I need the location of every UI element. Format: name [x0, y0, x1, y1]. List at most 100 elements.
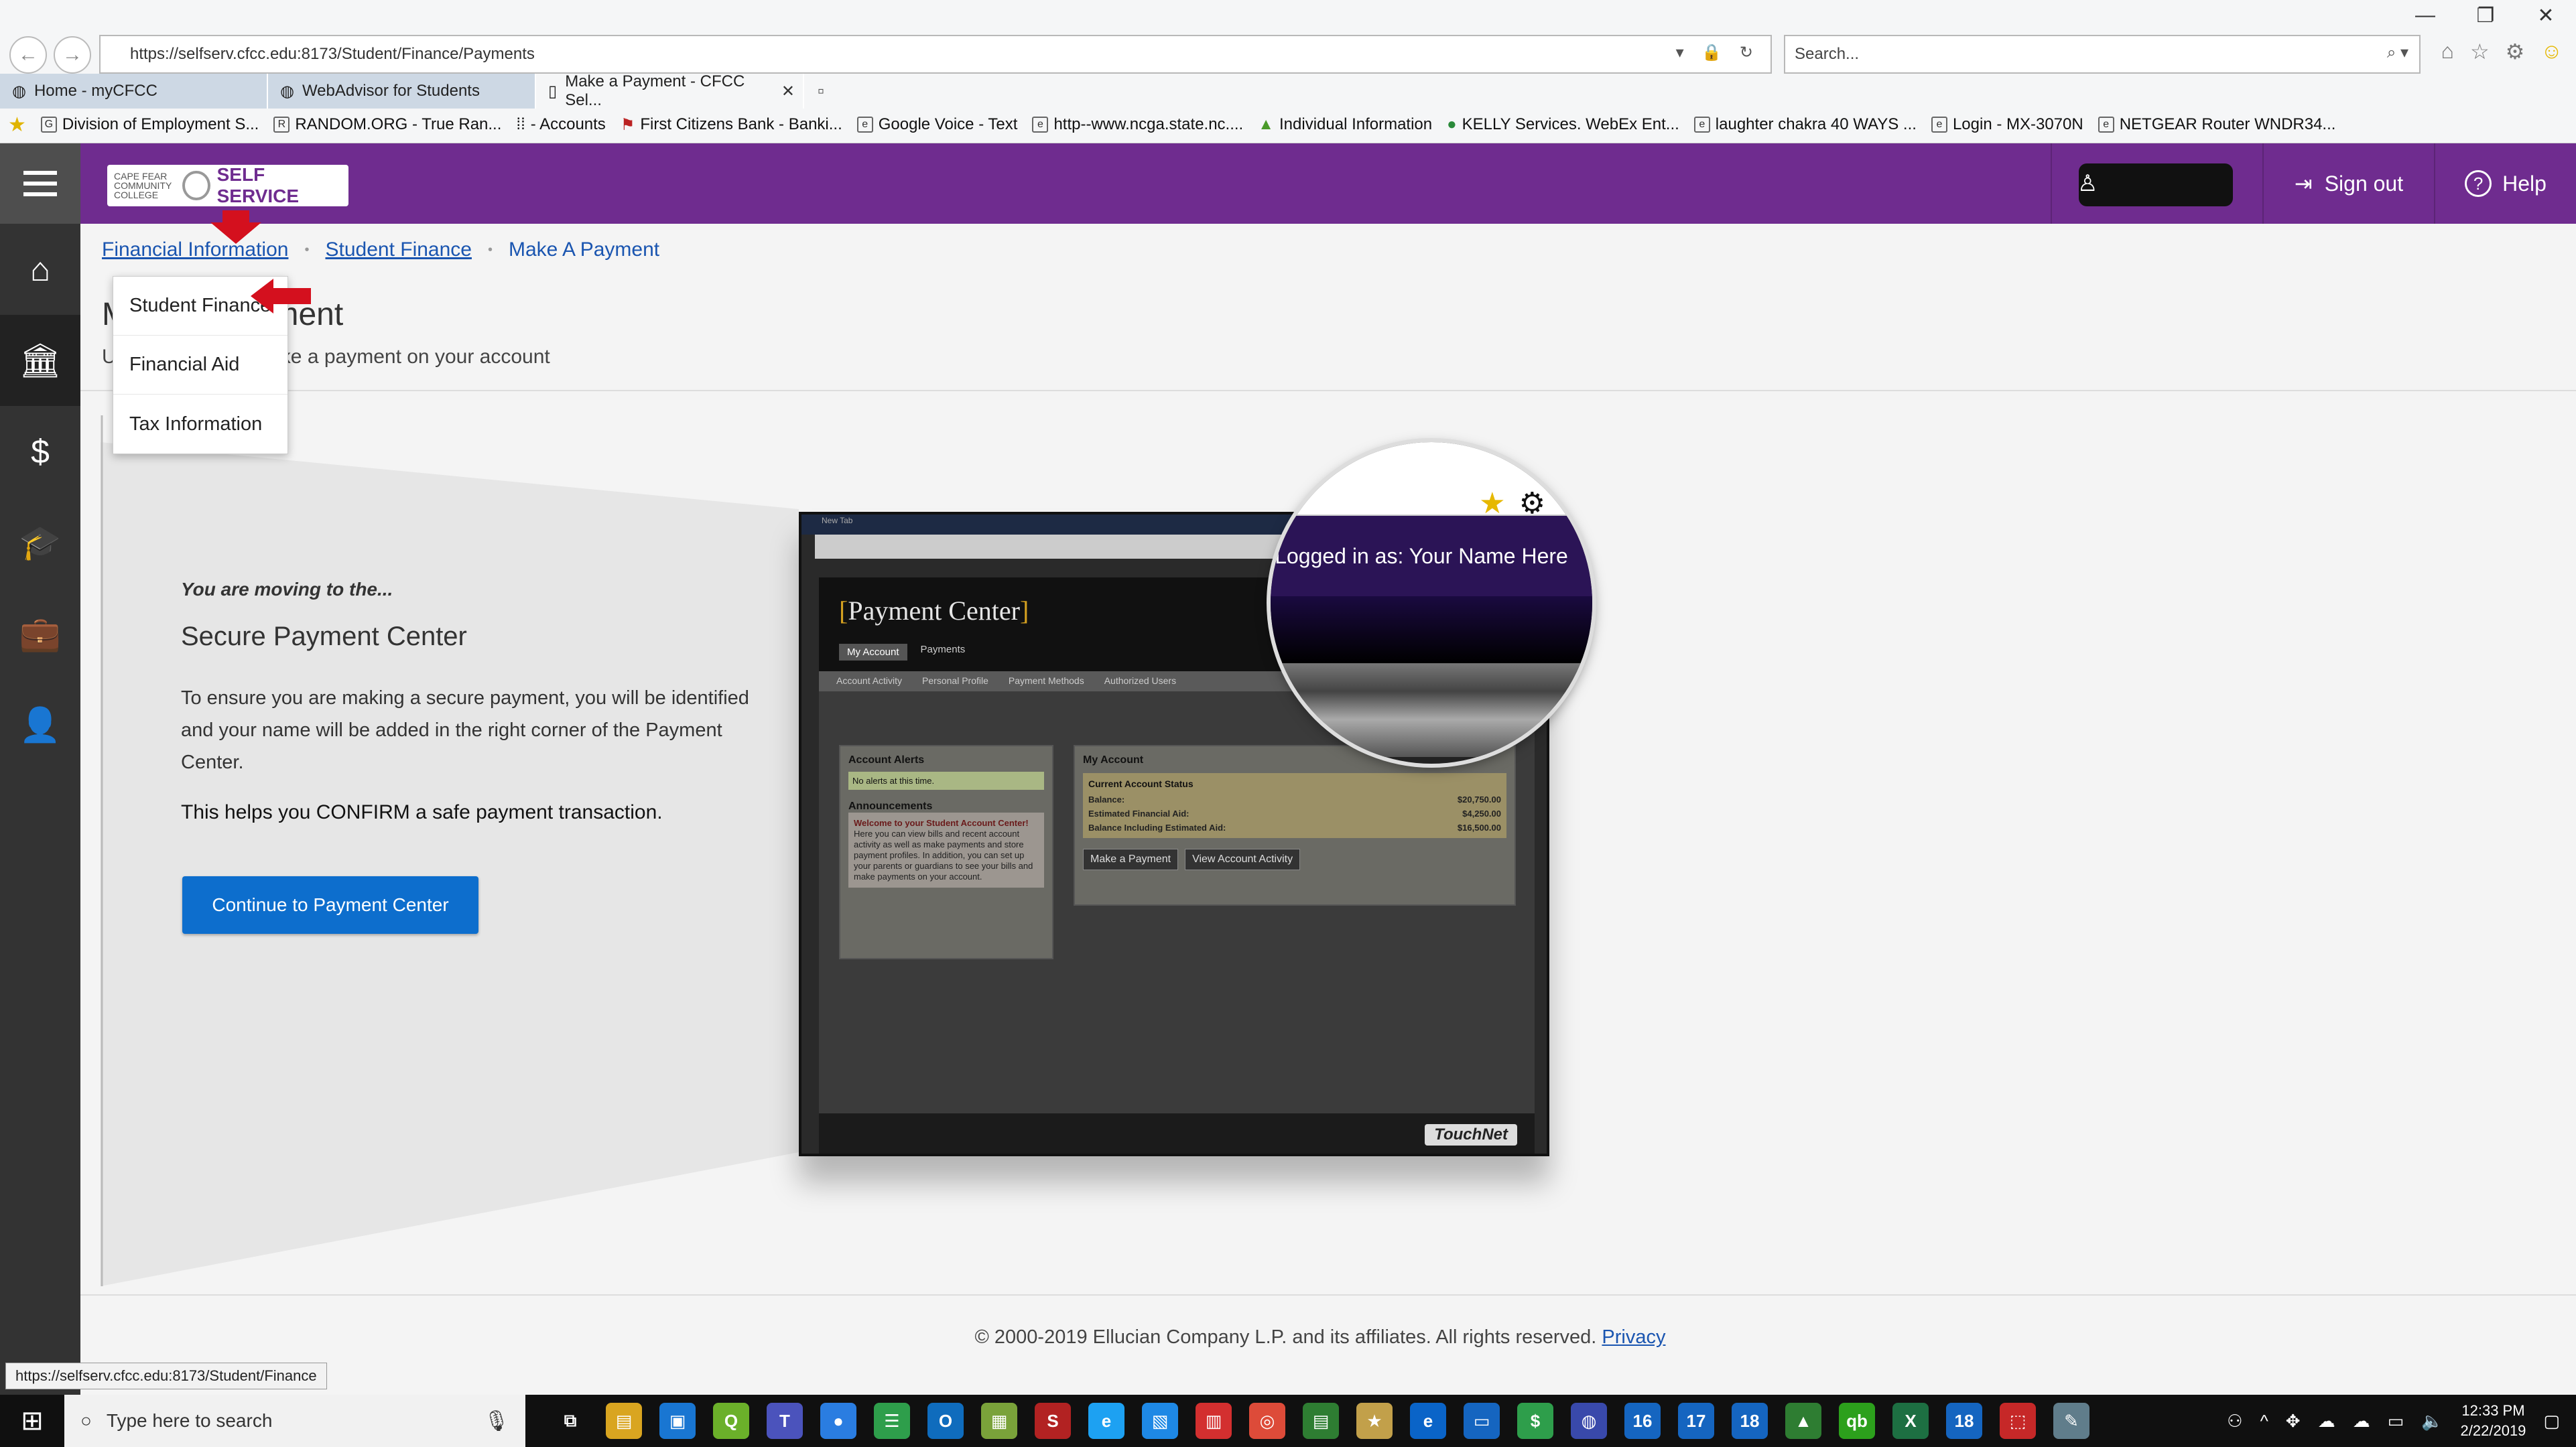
preview-alerts: Account Alerts No alerts at this time. A… [839, 745, 1053, 959]
microphone-icon[interactable]: 🎙 [484, 1409, 509, 1433]
sidebar-item-profile[interactable]: 👤 [0, 679, 80, 770]
restore-button[interactable]: ❐ [2469, 4, 2502, 27]
favorite-link[interactable]: ⁞⁞ - Accounts [516, 115, 605, 134]
taskbar-app-app-folder[interactable]: ▦ [981, 1403, 1017, 1439]
favorites-star-icon[interactable]: ★ [8, 113, 26, 137]
preview-view-activity: View Account Activity [1185, 849, 1301, 870]
dropbox-icon[interactable]: ✥ [2286, 1411, 2301, 1432]
taskbar-app-app-dollar[interactable]: $ [1517, 1403, 1553, 1439]
sign-out-button[interactable]: ⇥ Sign out [2262, 143, 2434, 224]
windows-start-button[interactable]: ⊞ [0, 1395, 64, 1447]
taskbar-app-task-view[interactable]: ⧉ [552, 1403, 588, 1439]
taskbar-app-app-18a[interactable]: 18 [1732, 1403, 1768, 1439]
footer: © 2000-2019 Ellucian Company L.P. and it… [80, 1326, 2560, 1349]
sidebar: ⌂ 🏛 $ 🎓 💼 👤 [0, 224, 80, 1395]
taskbar-app-app-green[interactable]: ☰ [874, 1403, 910, 1439]
sidebar-item-academics[interactable]: 🎓 [0, 497, 80, 588]
tab-webadvisor[interactable]: ◍ WebAdvisor for Students [268, 74, 536, 109]
browser-search-input[interactable]: Search... ⌕ ▾ [1784, 35, 2421, 74]
favorite-link[interactable]: ● KELLY Services. WebEx Ent... [1447, 115, 1679, 134]
app-header: CAPE FEAR COMMUNITY COLLEGE SELF SERVICE… [0, 143, 2576, 224]
taskbar-app-app-star[interactable]: ★ [1356, 1403, 1393, 1439]
sidebar-item-financial-aid[interactable]: $ [0, 406, 80, 497]
taskbar-app-quickbooks[interactable]: qb [1839, 1403, 1875, 1439]
tab-make-a-payment[interactable]: ▯ Make a Payment - CFCC Sel... ✕ [536, 72, 804, 109]
taskbar-app-internet-explorer[interactable]: e [1088, 1403, 1124, 1439]
taskbar-app-app-blue[interactable]: ● [820, 1403, 856, 1439]
settings-gear-icon[interactable]: ⚙ [2506, 39, 2525, 64]
favorite-link[interactable]: e Login - MX-3070N [1931, 115, 2083, 134]
user-menu[interactable]: ♙ [2051, 143, 2262, 224]
taskbar-app-app-window[interactable]: ▭ [1464, 1403, 1500, 1439]
taskbar-app-app-sheet[interactable]: ▤ [1303, 1403, 1339, 1439]
address-bar[interactable]: https://selfserv.cfcc.edu:8173/Student/F… [99, 35, 1772, 74]
people-icon[interactable]: ⚇ [2227, 1411, 2242, 1432]
lock-refresh-icons[interactable]: ▾ 🔒 ↻ [1676, 43, 1760, 62]
taskbar-app-app-16[interactable]: 16 [1624, 1403, 1661, 1439]
onedrive-icon[interactable]: ☁ [2318, 1411, 2335, 1432]
help-button[interactable]: ? Help [2434, 143, 2576, 224]
onedrive-icon[interactable]: ☁ [2353, 1411, 2370, 1432]
taskbar-app-app-chart[interactable]: ▲ [1785, 1403, 1821, 1439]
favorite-link[interactable]: ⚑ First Citizens Bank - Banki... [621, 115, 842, 135]
breadcrumb-make-a-payment[interactable]: Make A Payment [509, 238, 659, 261]
favorite-link[interactable]: e Google Voice - Text [856, 115, 1017, 134]
taskbar-app-excel[interactable]: X [1892, 1403, 1929, 1439]
taskbar-app-app-s[interactable]: S [1035, 1403, 1071, 1439]
back-button[interactable]: ← [9, 36, 47, 74]
favorite-link[interactable]: e http--www.ncga.state.nc.... [1032, 115, 1243, 134]
taskbar-app-app-teams[interactable]: T [767, 1403, 803, 1439]
address-text: https://selfserv.cfcc.edu:8173/Student/F… [130, 45, 535, 63]
taskbar-app-store[interactable]: ▣ [659, 1403, 696, 1439]
volume-icon[interactable]: 🔈 [2421, 1411, 2443, 1432]
taskbar-app-app-globe[interactable]: ◍ [1571, 1403, 1607, 1439]
grid-icon: ⁞⁞ [516, 115, 525, 133]
close-tab-icon[interactable]: ✕ [781, 82, 795, 101]
tab-home-mycfcc[interactable]: ◍ Home - myCFCC [0, 74, 268, 109]
taskbar-app-quickbooks-q[interactable]: Q [713, 1403, 749, 1439]
chevron-up-icon[interactable]: ^ [2260, 1411, 2268, 1432]
forward-button[interactable]: → [54, 36, 91, 74]
network-icon[interactable]: ▭ [2388, 1411, 2404, 1432]
sidebar-item-home[interactable]: ⌂ [0, 224, 80, 315]
college-logo[interactable]: CAPE FEAR COMMUNITY COLLEGE SELF SERVICE [107, 164, 348, 206]
taskbar-app-chrome[interactable]: ◎ [1249, 1403, 1285, 1439]
sidebar-item-finance[interactable]: 🏛 [0, 315, 80, 406]
favorite-link[interactable]: R RANDOM.ORG - True Ran... [273, 115, 501, 134]
browser-toolbar-icons: ⌂ ☆ ⚙ ☺ [2441, 39, 2563, 64]
favorite-link[interactable]: ▲ Individual Information [1258, 115, 1432, 134]
minimize-button[interactable]: — [2408, 4, 2442, 27]
taskbar-app-acrobat[interactable]: ⬚ [2000, 1403, 2036, 1439]
sidebar-item-employment[interactable]: 💼 [0, 588, 80, 679]
nav-row: ← → https://selfserv.cfcc.edu:8173/Stude… [0, 29, 2576, 76]
taskbar-app-file-explorer[interactable]: ▤ [606, 1403, 642, 1439]
hamburger-menu-icon[interactable] [0, 143, 80, 224]
taskbar-app-edge[interactable]: e [1410, 1403, 1446, 1439]
breadcrumb-student-finance[interactable]: Student Finance [325, 238, 471, 261]
menu-item-tax-information[interactable]: Tax Information [113, 395, 287, 454]
clock[interactable]: 12:33 PM 2/22/2019 [2461, 1401, 2526, 1441]
taskbar-app-app-18b[interactable]: 18 [1946, 1403, 1982, 1439]
new-tab-button[interactable]: ▫ [804, 74, 838, 109]
continue-to-payment-center-button[interactable]: Continue to Payment Center [182, 876, 478, 934]
search-icon[interactable]: ⌕ ▾ [2387, 43, 2408, 62]
taskbar-app-app-17[interactable]: 17 [1678, 1403, 1714, 1439]
close-button[interactable]: ✕ [2529, 4, 2563, 27]
taskbar-app-app-doc[interactable]: ▧ [1142, 1403, 1178, 1439]
favorites-star-icon[interactable]: ☆ [2470, 39, 2490, 64]
favorite-link[interactable]: e laughter chakra 40 WAYS ... [1693, 115, 1917, 134]
favorites-bar: ★ G Division of Employment S... R RANDOM.O… [0, 110, 2335, 139]
notifications-icon[interactable]: ▢ [2543, 1411, 2560, 1432]
smiley-icon[interactable]: ☺ [2540, 39, 2563, 64]
privacy-link[interactable]: Privacy [1602, 1326, 1665, 1348]
logo-self-service: SELF SERVICE [216, 164, 300, 206]
taskbar-app-app-red[interactable]: ▥ [1196, 1403, 1232, 1439]
favorite-link[interactable]: G Division of Employment S... [40, 115, 259, 134]
home-icon[interactable]: ⌂ [2441, 39, 2454, 64]
favorite-link[interactable]: e NETGEAR Router WNDR34... [2098, 115, 2335, 134]
menu-item-financial-aid[interactable]: Financial Aid [113, 336, 287, 395]
taskbar-app-outlook[interactable]: O [927, 1403, 964, 1439]
moving-notice: You are moving to the... [181, 579, 393, 600]
taskbar-search[interactable]: ○ Type here to search 🎙 [64, 1395, 525, 1447]
taskbar-app-app-paint[interactable]: ✎ [2053, 1403, 2089, 1439]
